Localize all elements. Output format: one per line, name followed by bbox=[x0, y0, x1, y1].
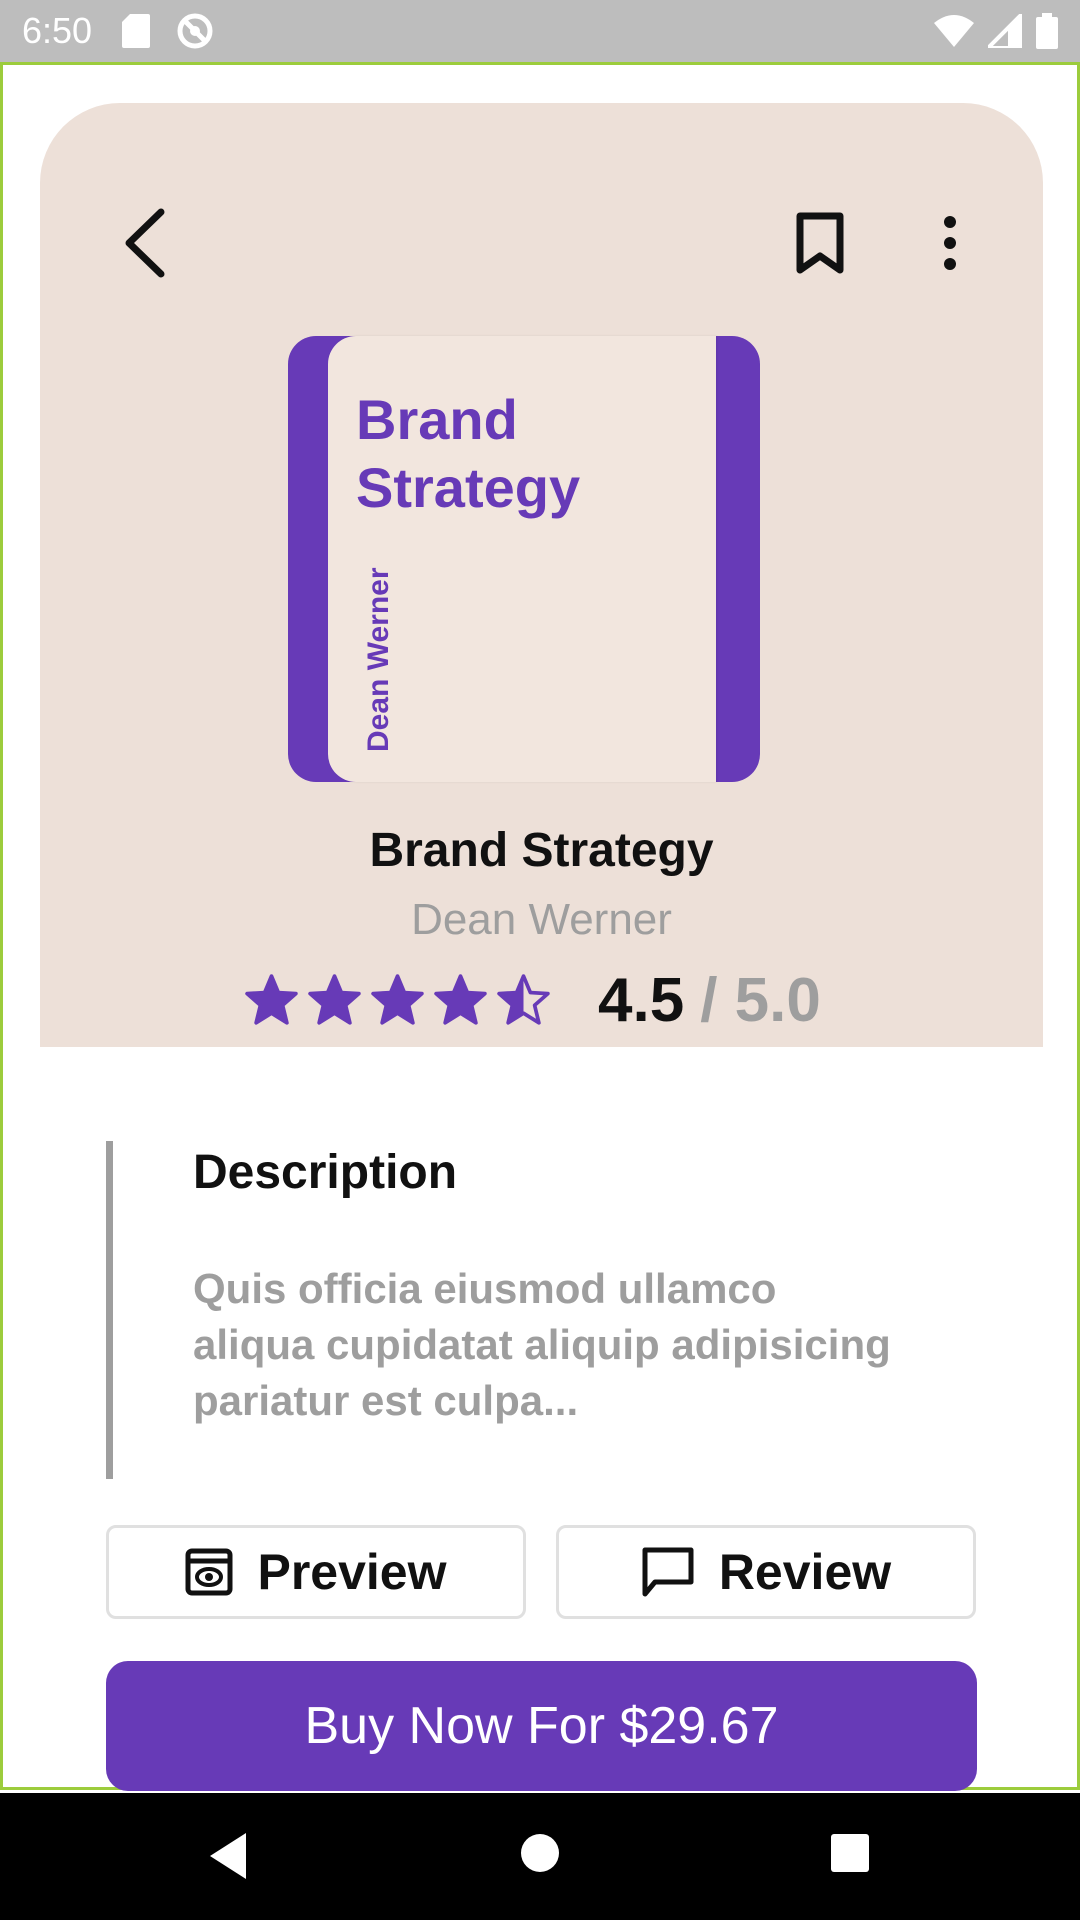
star-full-icon bbox=[434, 973, 487, 1025]
sync-disabled-icon bbox=[177, 13, 213, 49]
cover-title: Brand Strategy bbox=[356, 388, 581, 519]
sd-card-icon bbox=[122, 14, 151, 48]
back-button[interactable] bbox=[105, 203, 185, 283]
review-button[interactable]: Review bbox=[556, 1525, 976, 1619]
description-accent-bar bbox=[106, 1141, 113, 1479]
more-vertical-icon bbox=[944, 216, 956, 270]
star-full-icon bbox=[245, 973, 298, 1025]
bookmark-button[interactable] bbox=[780, 203, 860, 283]
preview-button[interactable]: Preview bbox=[106, 1525, 526, 1619]
buy-now-button[interactable]: Buy Now For $29.67 bbox=[106, 1661, 977, 1791]
status-right-icons bbox=[934, 13, 1058, 49]
cover-author: Dean Werner bbox=[362, 567, 395, 752]
wifi-icon bbox=[934, 15, 974, 47]
status-bar: 6:50 bbox=[0, 0, 1080, 62]
status-time: 6:50 bbox=[22, 10, 93, 51]
nav-recents-icon[interactable] bbox=[830, 1833, 870, 1873]
battery-icon bbox=[1036, 13, 1058, 49]
nav-home-icon[interactable] bbox=[518, 1831, 562, 1875]
book-hero: Brand Strategy Dean Werner Brand Strateg… bbox=[40, 103, 1043, 1047]
star-full-icon bbox=[371, 973, 424, 1025]
rating-value: 4.5 bbox=[598, 965, 685, 1035]
book-detail-screen: Brand Strategy Dean Werner Brand Strateg… bbox=[0, 62, 1080, 1791]
bookmark-icon bbox=[796, 212, 844, 274]
review-label: Review bbox=[718, 1544, 892, 1600]
system-nav-bar bbox=[0, 1793, 1080, 1920]
preview-icon bbox=[185, 1548, 233, 1596]
buy-now-label: Buy Now For $29.67 bbox=[304, 1697, 779, 1755]
rating-stars bbox=[245, 973, 550, 1027]
description-heading: Description bbox=[193, 1146, 458, 1199]
star-full-icon bbox=[308, 973, 361, 1025]
book-title: Brand Strategy bbox=[369, 824, 714, 877]
description-text: Quis officia eiusmod ullamco aliqua cupi… bbox=[193, 1265, 891, 1424]
star-half-icon bbox=[497, 973, 550, 1025]
more-options-button[interactable] bbox=[910, 203, 990, 283]
signal-icon bbox=[988, 14, 1022, 48]
rating-max: / 5.0 bbox=[700, 965, 821, 1035]
nav-back-icon[interactable] bbox=[206, 1831, 250, 1881]
book-cover-page: Brand Strategy Dean Werner bbox=[328, 336, 716, 782]
preview-label: Preview bbox=[257, 1544, 447, 1600]
book-author: Dean Werner bbox=[411, 895, 672, 944]
status-left-icons bbox=[122, 12, 214, 50]
chevron-left-icon bbox=[125, 208, 165, 278]
book-cover: Brand Strategy Dean Werner bbox=[288, 336, 760, 782]
chat-bubble-icon bbox=[642, 1547, 694, 1597]
rating-row: 4.5 / 5.0 bbox=[245, 965, 821, 1035]
screen: 6:50 Brand Strategy Dean Werner Brand St… bbox=[0, 0, 1080, 1920]
